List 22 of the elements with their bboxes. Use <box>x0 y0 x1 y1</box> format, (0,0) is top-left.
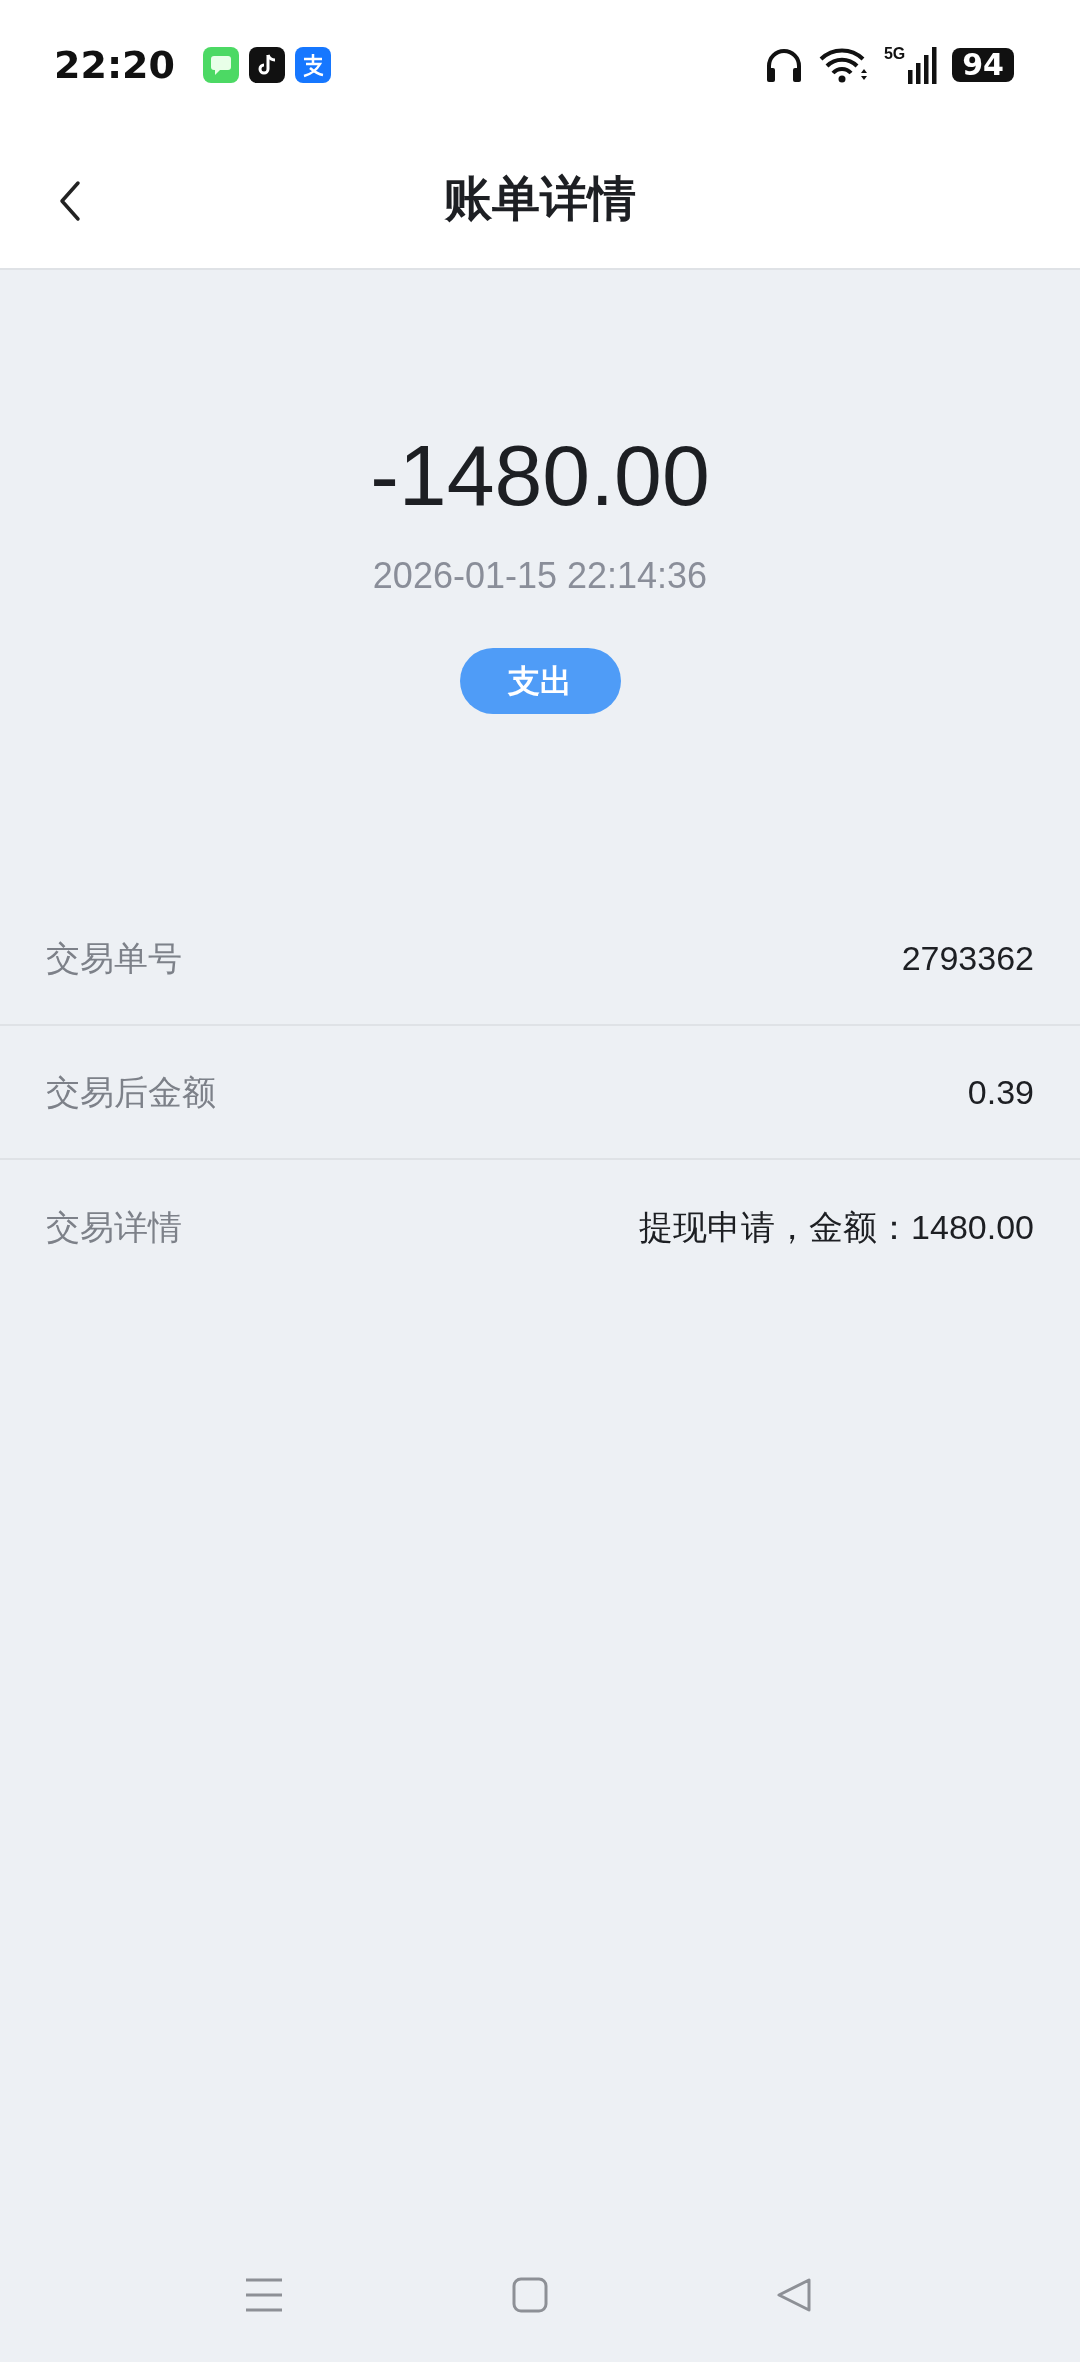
back-icon <box>59 180 81 222</box>
messages-app-icon <box>202 47 239 83</box>
detail-value: 0.39 <box>967 1071 1034 1113</box>
detail-label: 交易后金额 <box>46 1071 216 1113</box>
menu-icon[interactable] <box>245 2277 283 2313</box>
wifi-icon <box>817 47 870 83</box>
music-note-app-icon <box>248 47 285 83</box>
transaction-time: 2026-01-15 22:14:36 <box>372 554 708 598</box>
detail-label: 交易单号 <box>46 937 182 979</box>
detail-value: 提现申请，金额：1480.00 <box>639 1206 1034 1248</box>
detail-label: 交易详情 <box>46 1206 182 1248</box>
type-badge: 支出 <box>459 648 621 714</box>
page-title: 账单详情 <box>444 171 636 227</box>
amount: -1480.00 <box>370 426 710 525</box>
battery-level: 94 <box>952 48 1014 82</box>
detail-value: 2793362 <box>901 937 1034 979</box>
network-type: 5G <box>883 46 906 62</box>
home-icon[interactable] <box>512 2277 548 2313</box>
back-triangle-icon[interactable] <box>776 2277 812 2313</box>
status-time: 22:20 <box>54 41 175 89</box>
pay-app-icon <box>294 47 331 83</box>
signal-icon <box>908 46 939 84</box>
